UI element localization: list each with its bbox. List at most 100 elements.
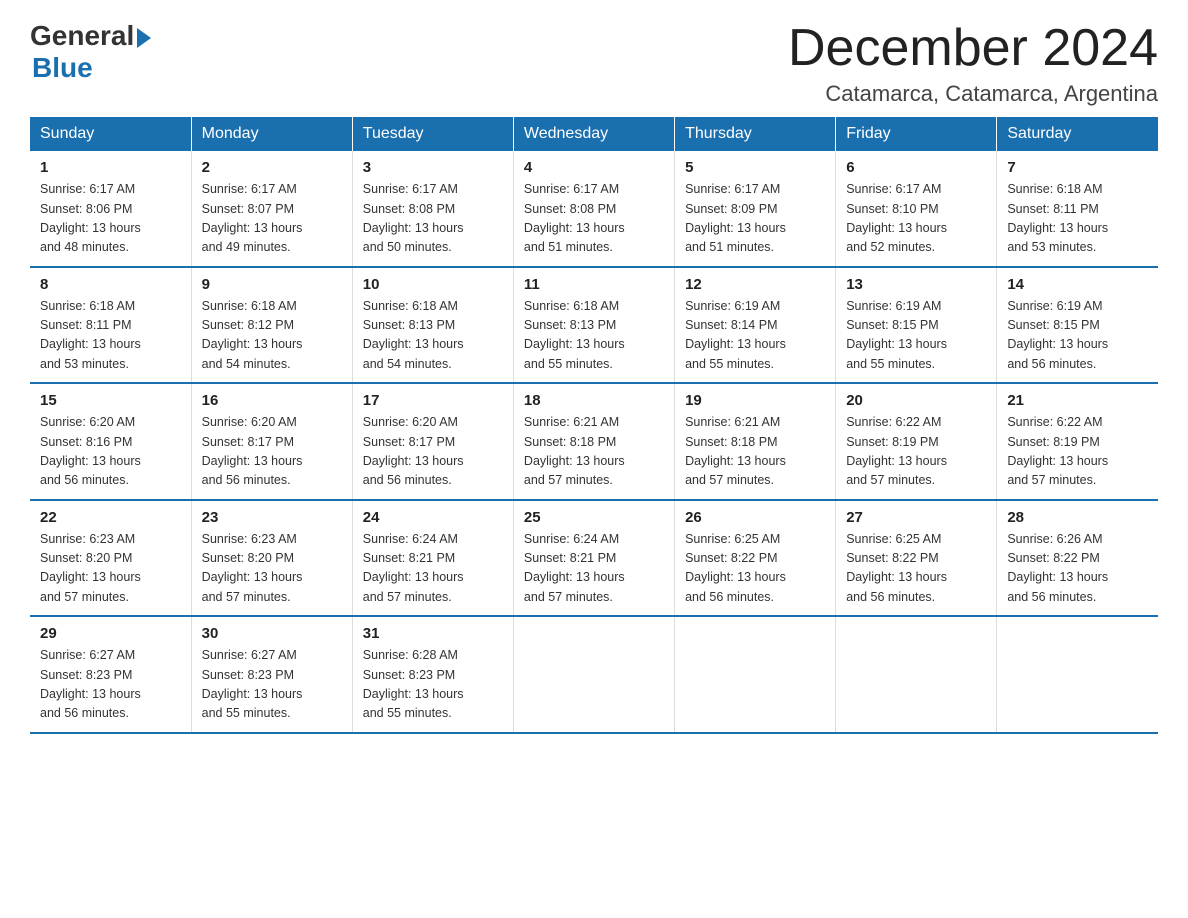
day-number: 30	[202, 625, 342, 642]
day-number: 9	[202, 276, 342, 293]
logo-general-text: General	[30, 20, 134, 52]
day-info: Sunrise: 6:18 AMSunset: 8:11 PMDaylight:…	[1007, 180, 1148, 258]
day-info: Sunrise: 6:19 AMSunset: 8:15 PMDaylight:…	[1007, 297, 1148, 375]
day-cell: 29 Sunrise: 6:27 AMSunset: 8:23 PMDayligh…	[30, 616, 191, 733]
day-cell: 10 Sunrise: 6:18 AMSunset: 8:13 PMDayligh…	[352, 267, 513, 384]
day-cell: 18Sunrise: 6:21 AMSunset: 8:18 PMDayligh…	[513, 383, 674, 500]
header-row: SundayMondayTuesdayWednesdayThursdayFrid…	[30, 117, 1158, 151]
day-number: 6	[846, 159, 986, 176]
day-cell: 31 Sunrise: 6:28 AMSunset: 8:23 PMDayligh…	[352, 616, 513, 733]
day-number: 3	[363, 159, 503, 176]
page-header: General Blue December 2024 Catamarca, Ca…	[30, 20, 1158, 107]
day-cell: 14Sunrise: 6:19 AMSunset: 8:15 PMDayligh…	[997, 267, 1158, 384]
logo-arrow-icon	[137, 28, 151, 48]
day-info: Sunrise: 6:21 AMSunset: 8:18 PMDaylight:…	[524, 413, 664, 491]
day-info: Sunrise: 6:20 AMSunset: 8:17 PMDaylight:…	[363, 413, 503, 491]
day-cell: 4 Sunrise: 6:17 AMSunset: 8:08 PMDaylight…	[513, 151, 674, 267]
day-number: 25	[524, 509, 664, 526]
day-cell: 23Sunrise: 6:23 AMSunset: 8:20 PMDayligh…	[191, 500, 352, 617]
location-title: Catamarca, Catamarca, Argentina	[788, 81, 1158, 107]
day-header-friday: Friday	[836, 117, 997, 151]
day-info: Sunrise: 6:28 AMSunset: 8:23 PMDaylight:…	[363, 646, 503, 724]
week-row-1: 1 Sunrise: 6:17 AMSunset: 8:06 PMDaylight…	[30, 151, 1158, 267]
day-number: 27	[846, 509, 986, 526]
day-number: 10	[363, 276, 503, 293]
day-info: Sunrise: 6:20 AMSunset: 8:17 PMDaylight:…	[202, 413, 342, 491]
day-info: Sunrise: 6:19 AMSunset: 8:14 PMDaylight:…	[685, 297, 825, 375]
day-cell	[513, 616, 674, 733]
day-number: 26	[685, 509, 825, 526]
day-number: 15	[40, 392, 181, 409]
day-cell: 15 Sunrise: 6:20 AMSunset: 8:16 PMDayligh…	[30, 383, 191, 500]
day-cell: 11Sunrise: 6:18 AMSunset: 8:13 PMDayligh…	[513, 267, 674, 384]
day-header-wednesday: Wednesday	[513, 117, 674, 151]
day-number: 23	[202, 509, 342, 526]
day-header-tuesday: Tuesday	[352, 117, 513, 151]
logo: General Blue	[30, 20, 151, 84]
day-number: 12	[685, 276, 825, 293]
day-cell: 24Sunrise: 6:24 AMSunset: 8:21 PMDayligh…	[352, 500, 513, 617]
day-info: Sunrise: 6:18 AMSunset: 8:12 PMDaylight:…	[202, 297, 342, 375]
logo-blue-text: Blue	[32, 52, 93, 84]
day-number: 31	[363, 625, 503, 642]
day-cell: 16 Sunrise: 6:20 AMSunset: 8:17 PMDayligh…	[191, 383, 352, 500]
week-row-3: 15 Sunrise: 6:20 AMSunset: 8:16 PMDayligh…	[30, 383, 1158, 500]
day-cell: 19Sunrise: 6:21 AMSunset: 8:18 PMDayligh…	[675, 383, 836, 500]
day-info: Sunrise: 6:23 AMSunset: 8:20 PMDaylight:…	[40, 530, 181, 608]
day-cell: 7Sunrise: 6:18 AMSunset: 8:11 PMDaylight…	[997, 151, 1158, 267]
title-block: December 2024 Catamarca, Catamarca, Arge…	[788, 20, 1158, 107]
day-info: Sunrise: 6:17 AMSunset: 8:10 PMDaylight:…	[846, 180, 986, 258]
day-header-saturday: Saturday	[997, 117, 1158, 151]
day-info: Sunrise: 6:24 AMSunset: 8:21 PMDaylight:…	[363, 530, 503, 608]
day-info: Sunrise: 6:17 AMSunset: 8:08 PMDaylight:…	[363, 180, 503, 258]
day-info: Sunrise: 6:24 AMSunset: 8:21 PMDaylight:…	[524, 530, 664, 608]
day-cell: 27 Sunrise: 6:25 AMSunset: 8:22 PMDayligh…	[836, 500, 997, 617]
day-info: Sunrise: 6:17 AMSunset: 8:08 PMDaylight:…	[524, 180, 664, 258]
day-info: Sunrise: 6:18 AMSunset: 8:13 PMDaylight:…	[363, 297, 503, 375]
day-cell: 25 Sunrise: 6:24 AMSunset: 8:21 PMDayligh…	[513, 500, 674, 617]
day-cell: 3 Sunrise: 6:17 AMSunset: 8:08 PMDaylight…	[352, 151, 513, 267]
day-cell: 28Sunrise: 6:26 AMSunset: 8:22 PMDayligh…	[997, 500, 1158, 617]
day-cell: 2Sunrise: 6:17 AMSunset: 8:07 PMDaylight…	[191, 151, 352, 267]
week-row-2: 8Sunrise: 6:18 AMSunset: 8:11 PMDaylight…	[30, 267, 1158, 384]
day-info: Sunrise: 6:27 AMSunset: 8:23 PMDaylight:…	[40, 646, 181, 724]
day-number: 1	[40, 159, 181, 176]
day-cell: 22 Sunrise: 6:23 AMSunset: 8:20 PMDayligh…	[30, 500, 191, 617]
day-info: Sunrise: 6:27 AMSunset: 8:23 PMDaylight:…	[202, 646, 342, 724]
day-cell: 26 Sunrise: 6:25 AMSunset: 8:22 PMDayligh…	[675, 500, 836, 617]
day-number: 16	[202, 392, 342, 409]
day-cell: 8Sunrise: 6:18 AMSunset: 8:11 PMDaylight…	[30, 267, 191, 384]
month-title: December 2024	[788, 20, 1158, 77]
day-cell	[997, 616, 1158, 733]
day-number: 2	[202, 159, 342, 176]
day-header-thursday: Thursday	[675, 117, 836, 151]
day-number: 22	[40, 509, 181, 526]
day-number: 17	[363, 392, 503, 409]
day-header-sunday: Sunday	[30, 117, 191, 151]
day-info: Sunrise: 6:17 AMSunset: 8:09 PMDaylight:…	[685, 180, 825, 258]
day-number: 21	[1007, 392, 1148, 409]
day-info: Sunrise: 6:22 AMSunset: 8:19 PMDaylight:…	[846, 413, 986, 491]
calendar-table: SundayMondayTuesdayWednesdayThursdayFrid…	[30, 117, 1158, 734]
day-cell: 17 Sunrise: 6:20 AMSunset: 8:17 PMDayligh…	[352, 383, 513, 500]
day-number: 28	[1007, 509, 1148, 526]
day-info: Sunrise: 6:25 AMSunset: 8:22 PMDaylight:…	[846, 530, 986, 608]
day-header-monday: Monday	[191, 117, 352, 151]
day-cell: 21Sunrise: 6:22 AMSunset: 8:19 PMDayligh…	[997, 383, 1158, 500]
day-info: Sunrise: 6:25 AMSunset: 8:22 PMDaylight:…	[685, 530, 825, 608]
day-cell: 9 Sunrise: 6:18 AMSunset: 8:12 PMDaylight…	[191, 267, 352, 384]
day-number: 4	[524, 159, 664, 176]
day-cell: 13Sunrise: 6:19 AMSunset: 8:15 PMDayligh…	[836, 267, 997, 384]
day-number: 5	[685, 159, 825, 176]
day-cell	[675, 616, 836, 733]
day-info: Sunrise: 6:20 AMSunset: 8:16 PMDaylight:…	[40, 413, 181, 491]
week-row-4: 22 Sunrise: 6:23 AMSunset: 8:20 PMDayligh…	[30, 500, 1158, 617]
day-cell: 12 Sunrise: 6:19 AMSunset: 8:14 PMDayligh…	[675, 267, 836, 384]
day-cell	[836, 616, 997, 733]
day-number: 29	[40, 625, 181, 642]
day-info: Sunrise: 6:17 AMSunset: 8:06 PMDaylight:…	[40, 180, 181, 258]
day-info: Sunrise: 6:19 AMSunset: 8:15 PMDaylight:…	[846, 297, 986, 375]
day-number: 11	[524, 276, 664, 293]
day-cell: 6 Sunrise: 6:17 AMSunset: 8:10 PMDaylight…	[836, 151, 997, 267]
day-cell: 5 Sunrise: 6:17 AMSunset: 8:09 PMDaylight…	[675, 151, 836, 267]
